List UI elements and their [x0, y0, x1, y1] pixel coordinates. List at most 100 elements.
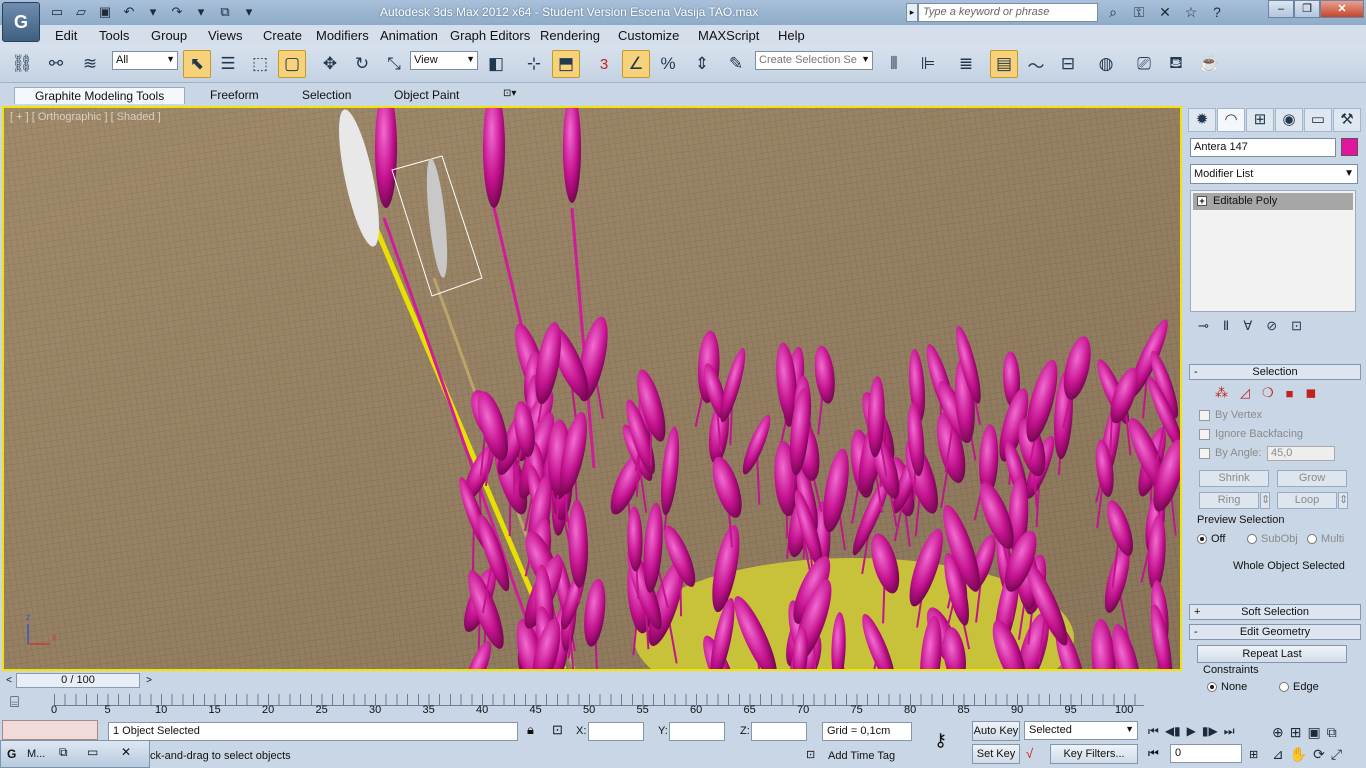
key-filters-button[interactable]: Key Filters...: [1050, 744, 1138, 764]
maximize-viewport-icon[interactable]: ⤢: [1331, 746, 1342, 763]
selection-rollout-header[interactable]: - Selection: [1189, 364, 1361, 380]
mirror-icon[interactable]: ⫴: [880, 50, 908, 78]
snaps-toggle-icon[interactable]: 3: [590, 50, 618, 78]
menu-views[interactable]: Views: [208, 28, 242, 43]
next-frame-arrow-icon[interactable]: >: [143, 673, 155, 688]
loop-button[interactable]: Loop: [1277, 492, 1337, 509]
help-icon[interactable]: ?: [1206, 3, 1228, 21]
current-frame-field[interactable]: 0: [1170, 744, 1242, 763]
render-production-icon[interactable]: ☕: [1196, 50, 1224, 78]
modify-tab-icon[interactable]: ◠: [1217, 108, 1245, 132]
go-to-end-icon[interactable]: ⏭: [1224, 724, 1235, 739]
named-selection-sets-dropdown[interactable]: Create Selection Se ▼: [755, 51, 873, 70]
element-icon[interactable]: ◼: [1306, 385, 1317, 401]
open-file-icon[interactable]: ▱: [70, 3, 92, 21]
edge-icon[interactable]: ◿: [1240, 385, 1250, 401]
border-icon[interactable]: ❍: [1262, 385, 1274, 401]
zoom-all-icon[interactable]: ⊞: [1290, 724, 1302, 741]
menu-edit[interactable]: Edit: [55, 28, 77, 43]
field-of-view-icon[interactable]: ⊿: [1272, 746, 1284, 763]
constraint-none-radio[interactable]: None: [1207, 678, 1247, 696]
favorites-star-icon[interactable]: ☆: [1180, 3, 1202, 21]
select-and-scale-icon[interactable]: ⤡: [380, 50, 408, 78]
modifier-list-dropdown[interactable]: Modifier List ▼: [1190, 164, 1358, 184]
save-file-icon[interactable]: ▣: [94, 3, 116, 21]
ribbon-options-icon[interactable]: ⊡▾: [503, 87, 516, 104]
zoom-icon[interactable]: ⊕: [1272, 724, 1284, 741]
angle-snap-icon[interactable]: ∠: [622, 50, 650, 78]
loop-spinner-icon[interactable]: ⇕: [1338, 492, 1348, 509]
select-and-rotate-icon[interactable]: ↻: [348, 50, 376, 78]
select-and-move-icon[interactable]: ✥: [316, 50, 344, 78]
pan-view-icon[interactable]: ✋: [1290, 746, 1307, 763]
track-bar[interactable]: ⌸ 0 5 10 15 20 25 30 35 40 45 50 55 60 65 70 75 80 85 90 95…: [0, 690, 1185, 718]
configure-modifier-sets-icon[interactable]: ⊡: [1291, 318, 1302, 334]
graphite-toggle-icon[interactable]: ▤: [990, 50, 1018, 78]
search-input[interactable]: Type a keyword or phrase: [918, 3, 1098, 22]
pivot-center-icon[interactable]: ◧: [482, 50, 510, 78]
undo-icon[interactable]: ↶: [118, 3, 140, 21]
next-frame-icon[interactable]: ▮▶: [1202, 724, 1218, 739]
default-tangent-icon[interactable]: √: [1026, 746, 1033, 761]
time-slider-thumb[interactable]: 0 / 100: [16, 673, 140, 688]
select-object-icon[interactable]: ⬉: [183, 50, 211, 78]
communication-icon[interactable]: ✕: [1154, 3, 1176, 21]
go-to-start-icon[interactable]: ⏮: [1148, 724, 1159, 739]
minimize-icon[interactable]: ▭: [87, 745, 98, 759]
ring-button[interactable]: Ring: [1199, 492, 1259, 509]
binoculars-icon[interactable]: ⌕: [1102, 3, 1124, 21]
curve-editor-icon[interactable]: 〜: [1022, 50, 1050, 78]
hierarchy-tab-icon[interactable]: ⊞: [1246, 108, 1274, 132]
absolute-mode-icon[interactable]: ⊡: [552, 722, 563, 738]
key-mode-dropdown[interactable]: Selected ▼: [1024, 721, 1138, 740]
set-keys-icon[interactable]: ⚷: [934, 730, 947, 751]
scene-render[interactable]: z x: [4, 108, 1180, 669]
previous-frame-icon[interactable]: ◀▮: [1165, 724, 1181, 739]
menu-customize[interactable]: Customize: [618, 28, 679, 43]
object-color-swatch[interactable]: [1341, 138, 1358, 156]
object-name-field[interactable]: Antera 147: [1190, 138, 1336, 157]
rectangular-selection-region-icon[interactable]: ⬚: [246, 50, 274, 78]
window-crossing-icon[interactable]: ▢: [278, 50, 306, 78]
percent-snap-icon[interactable]: %: [654, 50, 682, 78]
display-tab-icon[interactable]: ▭: [1304, 108, 1332, 132]
menu-help[interactable]: Help: [778, 28, 805, 43]
redo-dropdown-icon[interactable]: ▾: [190, 3, 212, 21]
by-angle-checkbox[interactable]: By Angle: 45,0: [1189, 444, 1361, 463]
schematic-view-icon[interactable]: ⊟: [1054, 50, 1082, 78]
tab-selection[interactable]: Selection: [302, 87, 351, 104]
close-button[interactable]: ✕: [1320, 0, 1364, 18]
key-icon[interactable]: ⚿: [1128, 3, 1150, 21]
play-icon[interactable]: ▶: [1187, 724, 1196, 739]
undo-dropdown-icon[interactable]: ▾: [142, 3, 164, 21]
tab-graphite-modeling-tools[interactable]: Graphite Modeling Tools: [14, 87, 186, 104]
add-time-tag[interactable]: Add Time Tag: [828, 750, 895, 762]
vertex-icon[interactable]: ⁂: [1215, 385, 1228, 401]
key-mode-toggle-icon[interactable]: ⏮: [1148, 746, 1159, 761]
expand-icon[interactable]: +: [1197, 196, 1207, 206]
edit-named-selection-icon[interactable]: ✎: [722, 50, 750, 78]
zoom-extents-all-icon[interactable]: ⧉: [1327, 724, 1337, 741]
y-coordinate-field[interactable]: [669, 722, 725, 741]
utilities-tab-icon[interactable]: ⚒: [1333, 108, 1361, 132]
constraint-edge-radio[interactable]: Edge: [1279, 678, 1319, 696]
new-file-icon[interactable]: ▭: [46, 3, 68, 21]
align-icon[interactable]: ⊫: [914, 50, 942, 78]
zoom-extents-icon[interactable]: ▣: [1307, 724, 1320, 741]
open-mini-curve-editor-icon[interactable]: ⌸: [10, 694, 19, 711]
selection-filter-dropdown[interactable]: All ▼: [112, 51, 178, 70]
unlink-selection-icon[interactable]: ⚯: [42, 50, 70, 78]
perspective-viewport[interactable]: z x [ + ] [ Orthographic ] [ Shaded ]: [2, 106, 1182, 671]
select-and-link-icon[interactable]: ⛓: [8, 50, 36, 78]
viewport-label[interactable]: [ + ] [ Orthographic ] [ Shaded ]: [10, 111, 161, 123]
maxscript-listener[interactable]: [2, 720, 98, 740]
menu-tools[interactable]: Tools: [99, 28, 129, 43]
shrink-button[interactable]: Shrink: [1199, 470, 1269, 487]
menu-group[interactable]: Group: [151, 28, 187, 43]
ring-spinner-icon[interactable]: ⇕: [1260, 492, 1270, 509]
reference-coordinate-dropdown[interactable]: View ▼: [410, 51, 478, 70]
time-slider[interactable]: < 0 / 100 >: [0, 672, 1185, 690]
render-setup-icon[interactable]: ⎚: [1130, 50, 1158, 78]
taskbar-button[interactable]: G M... ⧉ ▭ ✕: [0, 740, 150, 768]
spinner-snap-icon[interactable]: ⇕: [688, 50, 716, 78]
